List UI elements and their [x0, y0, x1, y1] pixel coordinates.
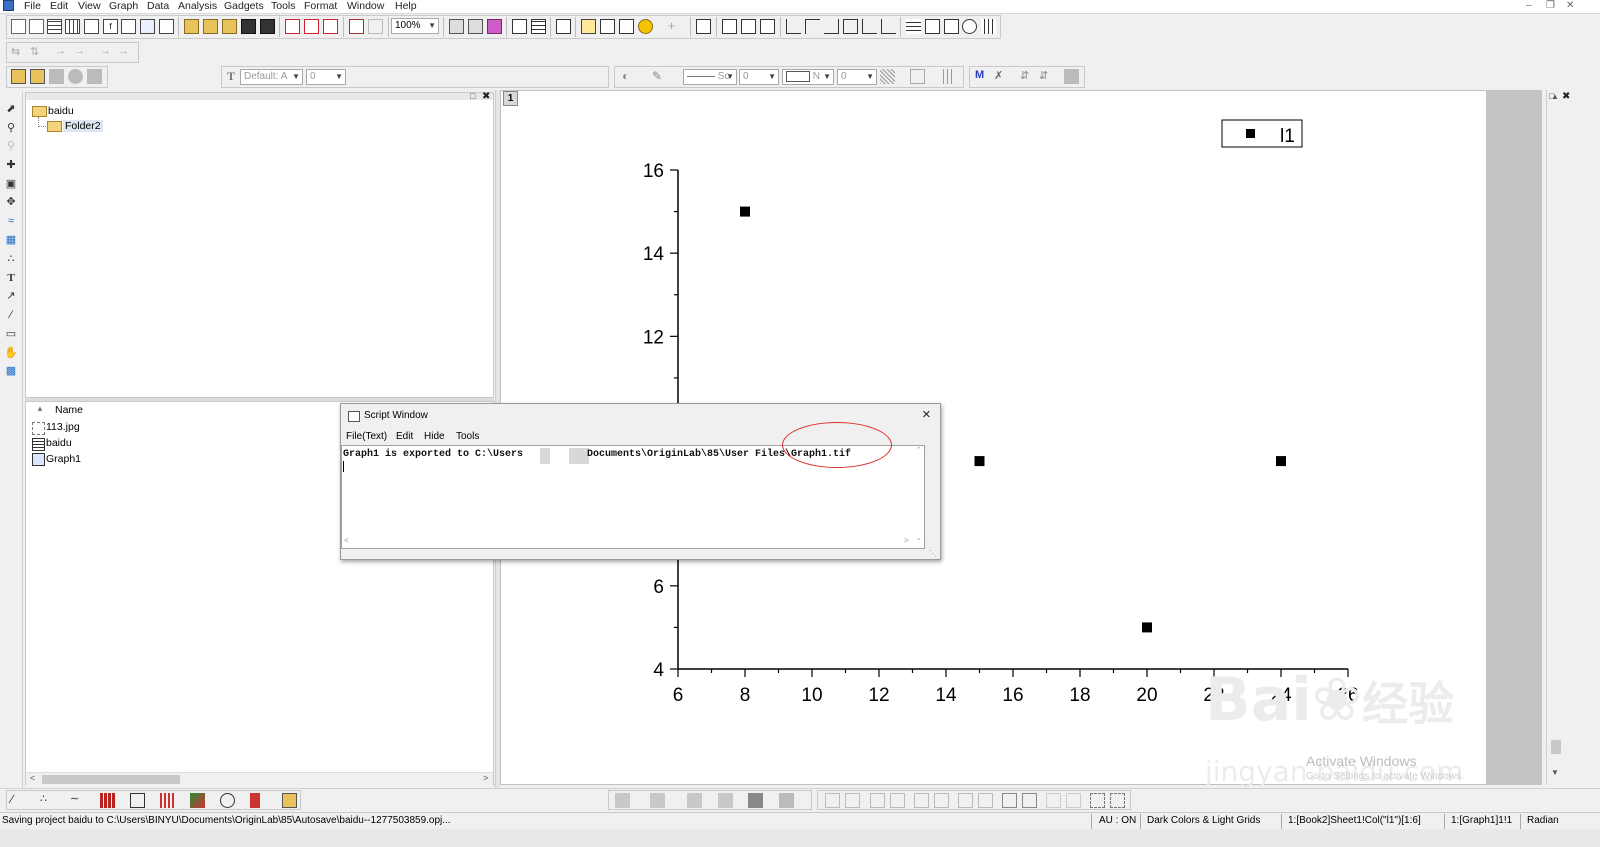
script-close-icon[interactable]: ×: [922, 406, 931, 423]
bar-plot-icon[interactable]: [160, 793, 175, 808]
same-height-icon[interactable]: [978, 793, 993, 808]
status-angle: Radian: [1527, 815, 1559, 826]
template-icon[interactable]: [282, 793, 297, 808]
fit-page-icon[interactable]: [1090, 793, 1105, 808]
activate-windows-sub: Go to Settings to activate Windows.: [1306, 771, 1464, 782]
x-tick-label: 26: [1337, 685, 1358, 706]
status-au: AU : ON: [1099, 815, 1137, 826]
script-window-title: Script Window: [364, 410, 428, 421]
align-center-icon[interactable]: [914, 793, 929, 808]
dist-h-icon[interactable]: [1046, 793, 1061, 808]
highlight-ellipse: [782, 422, 892, 468]
x-tick-label: 20: [1136, 685, 1157, 706]
obj-6-icon[interactable]: [779, 793, 794, 808]
activate-windows-title: Activate Windows: [1306, 753, 1417, 769]
obj-2-icon[interactable]: [650, 793, 665, 808]
obj-5-icon[interactable]: [748, 793, 763, 808]
script-menu-tools[interactable]: Tools: [456, 431, 479, 442]
line-plot-icon[interactable]: ∕: [11, 792, 26, 807]
scroll-up-icon[interactable]: ⌃: [916, 446, 922, 454]
y-tick-label: 12: [643, 327, 664, 348]
x-tick-label: 10: [801, 685, 822, 706]
status-bar: Saving project baidu to C:\Users\BINYU\D…: [0, 812, 1600, 830]
legend-label: l1: [1280, 126, 1295, 147]
legend-symbol: [1246, 129, 1255, 138]
align-right-icon[interactable]: [845, 793, 860, 808]
x-tick-label: 8: [740, 685, 751, 706]
y-tick-label: 14: [643, 244, 665, 265]
scatter-plot-icon[interactable]: ∴: [40, 792, 55, 807]
redacted-block: [540, 448, 550, 464]
status-graph-ref: 1:[Graph1]1!1: [1451, 815, 1513, 826]
obj-4-icon[interactable]: [718, 793, 733, 808]
align-middle-icon[interactable]: [934, 793, 949, 808]
scroll-left-icon[interactable]: <: [344, 536, 349, 545]
align-bottom-icon[interactable]: [890, 793, 905, 808]
area-plot-icon[interactable]: [130, 793, 145, 808]
obj-3-icon[interactable]: [687, 793, 702, 808]
y-tick-label: 16: [643, 161, 664, 182]
resize-grip-icon[interactable]: ⋱: [929, 549, 937, 558]
pie-plot-icon[interactable]: [220, 793, 235, 808]
script-output-line-1: Graph1 is exported to C:\Users: [343, 449, 524, 460]
fit-layer-icon[interactable]: [1110, 793, 1125, 808]
align-toolbar-frame: [817, 790, 1131, 810]
script-vscroll[interactable]: ⌃ ⌄: [914, 446, 925, 548]
stat-plot-icon[interactable]: [250, 793, 260, 808]
script-window[interactable]: Script Window × File(Text) Edit Hide Too…: [340, 403, 941, 560]
align-top-icon[interactable]: [870, 793, 885, 808]
status-theme: Dark Colors & Light Grids: [1147, 815, 1261, 826]
y-tick-label: 6: [653, 577, 664, 598]
status-book-ref: 1:[Book2]Sheet1!Col("l1")[1:6]: [1288, 815, 1421, 826]
script-hscroll[interactable]: < >: [342, 536, 914, 548]
x-tick-label: 18: [1069, 685, 1090, 706]
redacted-block: [569, 448, 589, 464]
data-point: [974, 456, 985, 467]
script-menu-hide[interactable]: Hide: [424, 431, 445, 442]
text-cursor: [343, 461, 344, 472]
script-menu-file[interactable]: File(Text): [346, 431, 387, 442]
x-tick-label: 12: [868, 685, 889, 706]
column-plot-icon[interactable]: [100, 793, 115, 808]
script-window-icon: [348, 411, 360, 422]
obj-1-icon[interactable]: [615, 793, 630, 808]
status-message: Saving project baidu to C:\Users\BINYU\D…: [2, 815, 451, 826]
contour-plot-icon[interactable]: [190, 793, 205, 808]
align-left-icon[interactable]: [825, 793, 840, 808]
x-tick-label: 14: [935, 685, 957, 706]
script-output[interactable]: Graph1 is exported to C:\Users Documents…: [341, 422, 925, 549]
data-point: [1142, 622, 1152, 633]
x-tick-label: 22: [1203, 685, 1224, 706]
same-width-icon[interactable]: [958, 793, 973, 808]
scroll-down-icon[interactable]: ⌄: [916, 534, 922, 542]
data-point: [740, 206, 750, 217]
line-symbol-plot-icon[interactable]: ∼: [70, 792, 85, 807]
script-menu-edit[interactable]: Edit: [396, 431, 413, 442]
dist-v-icon[interactable]: [1066, 793, 1081, 808]
footer-strip: [0, 829, 1600, 847]
data-point: [1276, 456, 1286, 467]
x-tick-label: 16: [1002, 685, 1023, 706]
x-tick-label: 6: [673, 685, 684, 706]
send-back-icon[interactable]: [1022, 793, 1037, 808]
scroll-right-icon[interactable]: >: [904, 536, 909, 545]
bring-front-icon[interactable]: [1002, 793, 1017, 808]
plot-toolbar: ∕ ∴ ∼: [0, 788, 1600, 812]
x-tick-label: 24: [1270, 685, 1292, 706]
y-tick-label: 4: [653, 660, 664, 681]
